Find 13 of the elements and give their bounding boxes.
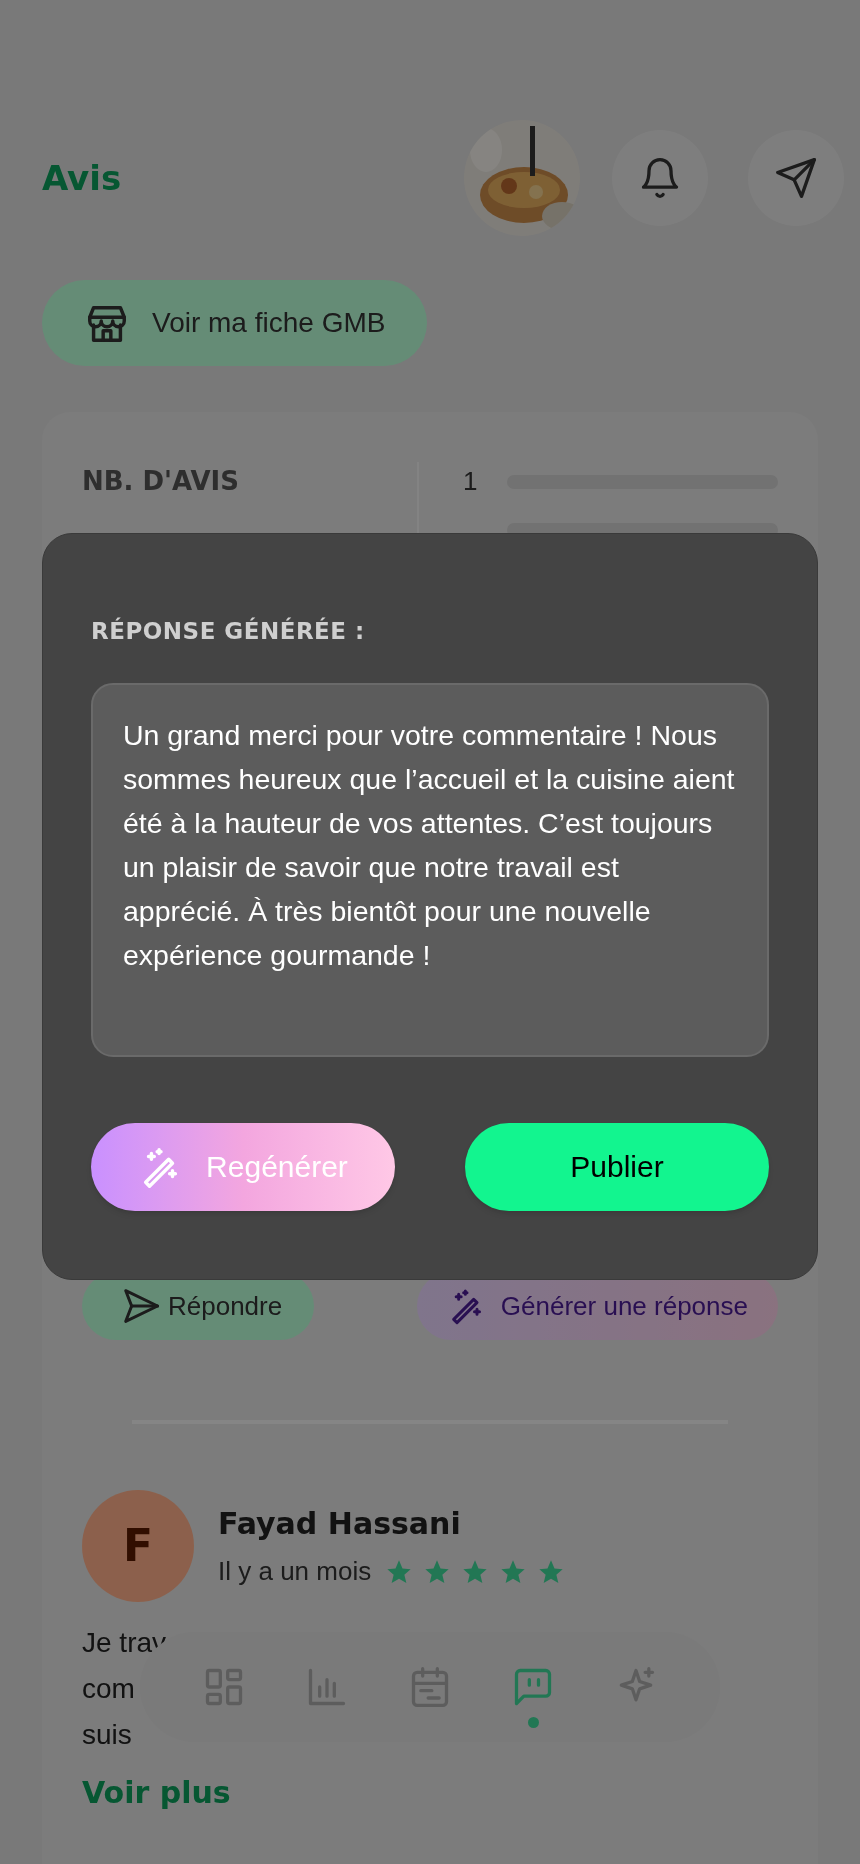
publish-button[interactable]: Publier [465, 1122, 769, 1211]
avatar-initial: F [82, 1490, 194, 1602]
dialog-title: RÉPONSE GÉNÉRÉE : [91, 616, 366, 646]
review-date: Il y a un mois [218, 1555, 372, 1588]
response-field[interactable]: Un grand merci pour votre commentaire ! Nous sommes heureux que l’accueil et la cuisine aient été à la hauteur de vos attentes. C’est toujours un plaisir de savoir que notre travail est apprécié. À très bientôt pour une nouvelle expérience gourmande ! [91, 682, 769, 1057]
rating-label: 1 [463, 465, 479, 498]
stat-label: NB. D'AVIS [82, 465, 240, 498]
review-text: com [82, 1672, 135, 1706]
gmb-profile-button[interactable]: Voir ma fiche GMB [42, 280, 428, 366]
paper-plane-icon [774, 156, 818, 200]
page-title: Avis [42, 156, 123, 200]
reviewer-name: Fayad Hassani [218, 1505, 462, 1543]
review-text: suis [82, 1718, 132, 1752]
